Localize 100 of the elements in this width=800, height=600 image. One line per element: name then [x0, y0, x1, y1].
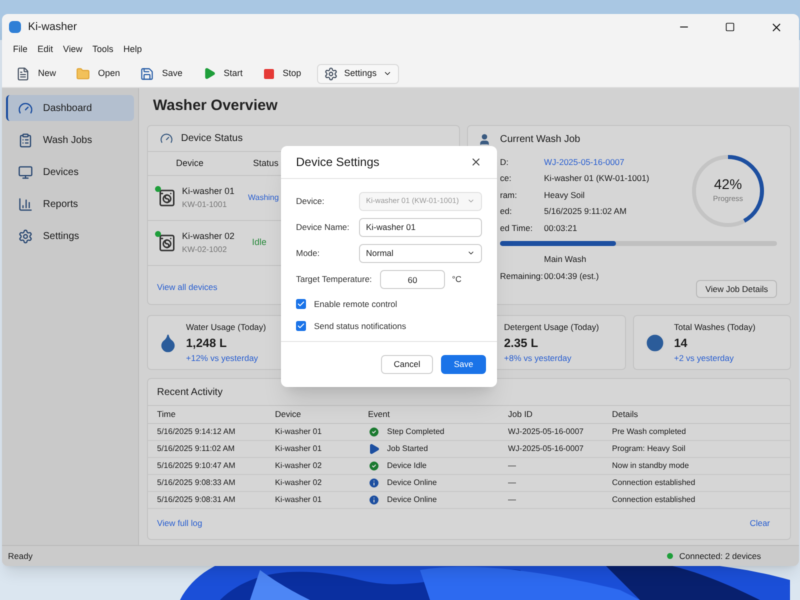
document-icon	[16, 66, 30, 80]
window-title: Ki-washer	[28, 20, 77, 35]
field-value: Heavy Soil	[544, 188, 585, 202]
stat-value: 1,248 L	[186, 334, 228, 352]
column-header: Job ID	[508, 408, 534, 421]
device-name: Ki-washer 02	[182, 230, 236, 244]
table-cell-text: —	[508, 477, 517, 489]
checkbox[interactable]	[296, 299, 306, 309]
washing-machine-icon	[158, 189, 176, 207]
field-label: D:	[500, 156, 510, 169]
checkbox-label: Send status notifications	[314, 320, 406, 332]
washing-machine-icon	[158, 234, 176, 252]
table-cell: Device Idle	[387, 460, 427, 472]
device-serial: KW-02-1002	[182, 244, 228, 256]
gauge-icon	[160, 132, 173, 145]
close-icon[interactable]	[470, 156, 482, 168]
play-icon	[202, 67, 216, 80]
stat-title: Detergent Usage (Today)	[504, 320, 599, 334]
field-label: ed Time:	[500, 222, 534, 235]
column-header: Device	[275, 408, 302, 421]
info-icon	[368, 477, 380, 489]
table-cell-text: Ki-washer 02	[275, 460, 323, 472]
toolbar-button[interactable]: Open	[72, 64, 124, 84]
menu-item[interactable]: Help	[118, 43, 147, 57]
field-value: Ki-washer 01 (KW-01-1001)	[544, 172, 650, 186]
stat-value: 2.35 L	[504, 334, 540, 352]
sidebar-item[interactable]: Reports	[6, 191, 134, 217]
table-cell: Connection established	[612, 477, 696, 489]
maximize-icon	[725, 22, 735, 32]
column-header: Status	[253, 156, 279, 170]
table-cell: Pre Wash completed	[612, 426, 686, 438]
field-label: ed:	[500, 205, 513, 218]
table-cell: Now in standby mode	[612, 460, 689, 472]
dialog-title: Device Settings	[296, 154, 380, 171]
checkbox-label: Enable remote control	[314, 298, 398, 310]
device-serial: KW-01-1001	[182, 198, 228, 211]
device-name-field[interactable]: Ki-washer 01	[359, 218, 482, 236]
table-cell-text: Ki-washer 01	[275, 443, 323, 455]
mode-select[interactable]: Normal	[359, 244, 482, 262]
stat-change: +12% vs yesterday	[186, 352, 260, 364]
caret-icon	[467, 249, 475, 257]
stop-icon	[262, 68, 275, 80]
caret-icon	[467, 197, 475, 205]
sidebar-item[interactable]: Devices	[6, 159, 134, 185]
view-job-details-button[interactable]: View Job Details	[696, 280, 777, 298]
field-value: 5/16/2025 9:11:02 AM	[544, 205, 627, 218]
cancel-button[interactable]: Cancel	[381, 355, 433, 374]
table-cell-text: —	[508, 460, 517, 472]
stat-title: Water Usage (Today)	[186, 320, 266, 334]
stat-change: +8% vs yesterday	[504, 352, 572, 364]
toolbar-button[interactable]: New	[12, 64, 60, 84]
field-label: ce:	[500, 172, 512, 186]
close-icon	[770, 20, 782, 34]
sidebar-item[interactable]: Dashboard	[6, 95, 134, 121]
toolbar-button[interactable]: Start	[198, 64, 247, 84]
view-all-devices-link[interactable]: View all devices	[157, 282, 218, 292]
field-label: Device:	[296, 194, 326, 208]
caret-icon	[382, 69, 392, 78]
menu-item[interactable]: Edit	[32, 43, 58, 57]
field-label: Target Temperature:	[296, 273, 373, 286]
check-circle-icon	[368, 426, 380, 438]
temperature-field[interactable]: 60	[380, 270, 445, 289]
field-label: Mode:	[296, 246, 321, 260]
save-button[interactable]: Save	[441, 355, 486, 374]
folder-icon	[76, 66, 90, 80]
table-cell-text: 5/16/2025 9:10:47 AM	[157, 460, 236, 472]
checkbox[interactable]	[296, 321, 306, 331]
sidebar-item[interactable]: Settings	[6, 223, 134, 249]
table-cell: Program: Heavy Soil	[612, 443, 686, 455]
table-cell: Step Completed	[387, 426, 444, 438]
sidebar-item[interactable]: Wash Jobs	[6, 127, 134, 153]
stat-value: 14	[674, 334, 688, 352]
field-value: 00:03:21	[544, 222, 578, 235]
table-cell: Device Online	[387, 494, 437, 506]
toolbar-button[interactable]: Stop	[258, 64, 306, 84]
table-cell-text: WJ-2025-05-16-0007	[508, 443, 585, 455]
toolbar-button[interactable]: Save	[136, 64, 187, 84]
field-label: ram:	[500, 188, 518, 202]
settings-dropdown-button[interactable]: Settings	[317, 64, 399, 84]
settings-icon	[18, 228, 33, 244]
monitor-icon	[18, 164, 33, 180]
table-cell-text: —	[508, 494, 517, 506]
menu-item[interactable]: View	[58, 43, 88, 57]
clear-link[interactable]: Clear	[750, 517, 770, 530]
table-cell-text: Ki-washer 01	[275, 494, 323, 506]
stat-change: +2 vs yesterday	[674, 352, 735, 364]
person-icon	[478, 132, 491, 146]
column-header: Device	[176, 156, 205, 170]
table-cell-text: 5/16/2025 9:08:31 AM	[157, 494, 236, 506]
table-cell-text: WJ-2025-05-16-0007	[508, 426, 585, 438]
view-full-log-link[interactable]: View full log	[157, 517, 202, 530]
menu-item[interactable]: File	[8, 43, 33, 57]
table-cell: Device Online	[387, 477, 437, 489]
table-cell: Job Started	[387, 443, 428, 455]
connection-status: Connected: 2 devices	[679, 550, 761, 562]
menu-item[interactable]: Tools	[87, 43, 118, 57]
gauge-icon	[18, 100, 33, 116]
table-cell-text: 5/16/2025 9:11:02 AM	[157, 443, 236, 455]
job-id-link[interactable]: WJ-2025-05-16-0007	[544, 156, 624, 169]
table-cell: Connection established	[612, 494, 696, 506]
